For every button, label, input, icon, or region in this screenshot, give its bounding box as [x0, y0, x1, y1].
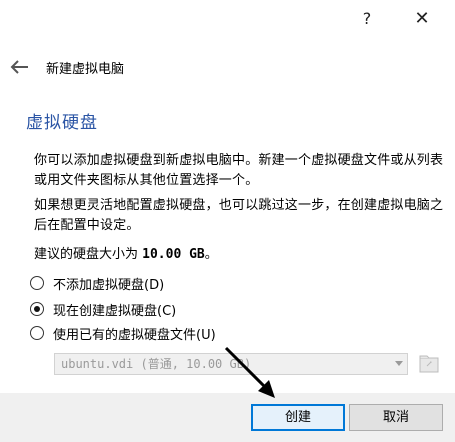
radio-button[interactable] [30, 326, 44, 340]
option-label: 不添加虚拟硬盘(D) [53, 277, 165, 293]
option-existing-disk[interactable]: 使用已有的虚拟硬盘文件(U) [30, 322, 216, 344]
disk-file-select[interactable]: ubuntu.vdi (普通, 10.00 GB) [54, 353, 408, 375]
recommended-size-text: 建议的硬盘大小为 10.00 GB。 [34, 243, 218, 262]
page-heading: 虚拟硬盘 [26, 113, 98, 133]
skip-hint-text: 如果想更灵活地配置虚拟硬盘，也可以跳过这一步，在创建虚拟电脑之后在配置中设定。 [34, 198, 444, 233]
option-label: 使用已有的虚拟硬盘文件(U) [53, 327, 216, 343]
option-create-disk[interactable]: 现在创建虚拟硬盘(C) [30, 298, 176, 320]
create-button[interactable]: 创建 [251, 404, 345, 431]
size-value: 10.00 GB [142, 247, 205, 262]
description-text: 你可以添加虚拟硬盘到新虚拟电脑中。新建一个虚拟硬盘文件或从列表或用文件夹图标从其… [34, 153, 444, 188]
radio-button-selected[interactable] [30, 302, 44, 316]
help-button[interactable]: ? [355, 8, 379, 30]
disk-file-value: ubuntu.vdi (普通, 10.00 GB) [61, 357, 252, 371]
cancel-button[interactable]: 取消 [349, 404, 443, 431]
size-prefix: 建议的硬盘大小为 [34, 247, 143, 262]
back-arrow-icon[interactable] [9, 57, 31, 77]
folder-icon[interactable] [418, 353, 440, 375]
close-button[interactable]: ✕ [410, 8, 434, 30]
option-no-disk[interactable]: 不添加虚拟硬盘(D) [30, 272, 164, 294]
option-label: 现在创建虚拟硬盘(C) [53, 303, 177, 319]
wizard-title: 新建虚拟电脑 [46, 62, 125, 77]
size-suffix: 。 [204, 247, 218, 262]
chevron-down-icon [395, 361, 403, 366]
radio-button[interactable] [30, 276, 44, 290]
